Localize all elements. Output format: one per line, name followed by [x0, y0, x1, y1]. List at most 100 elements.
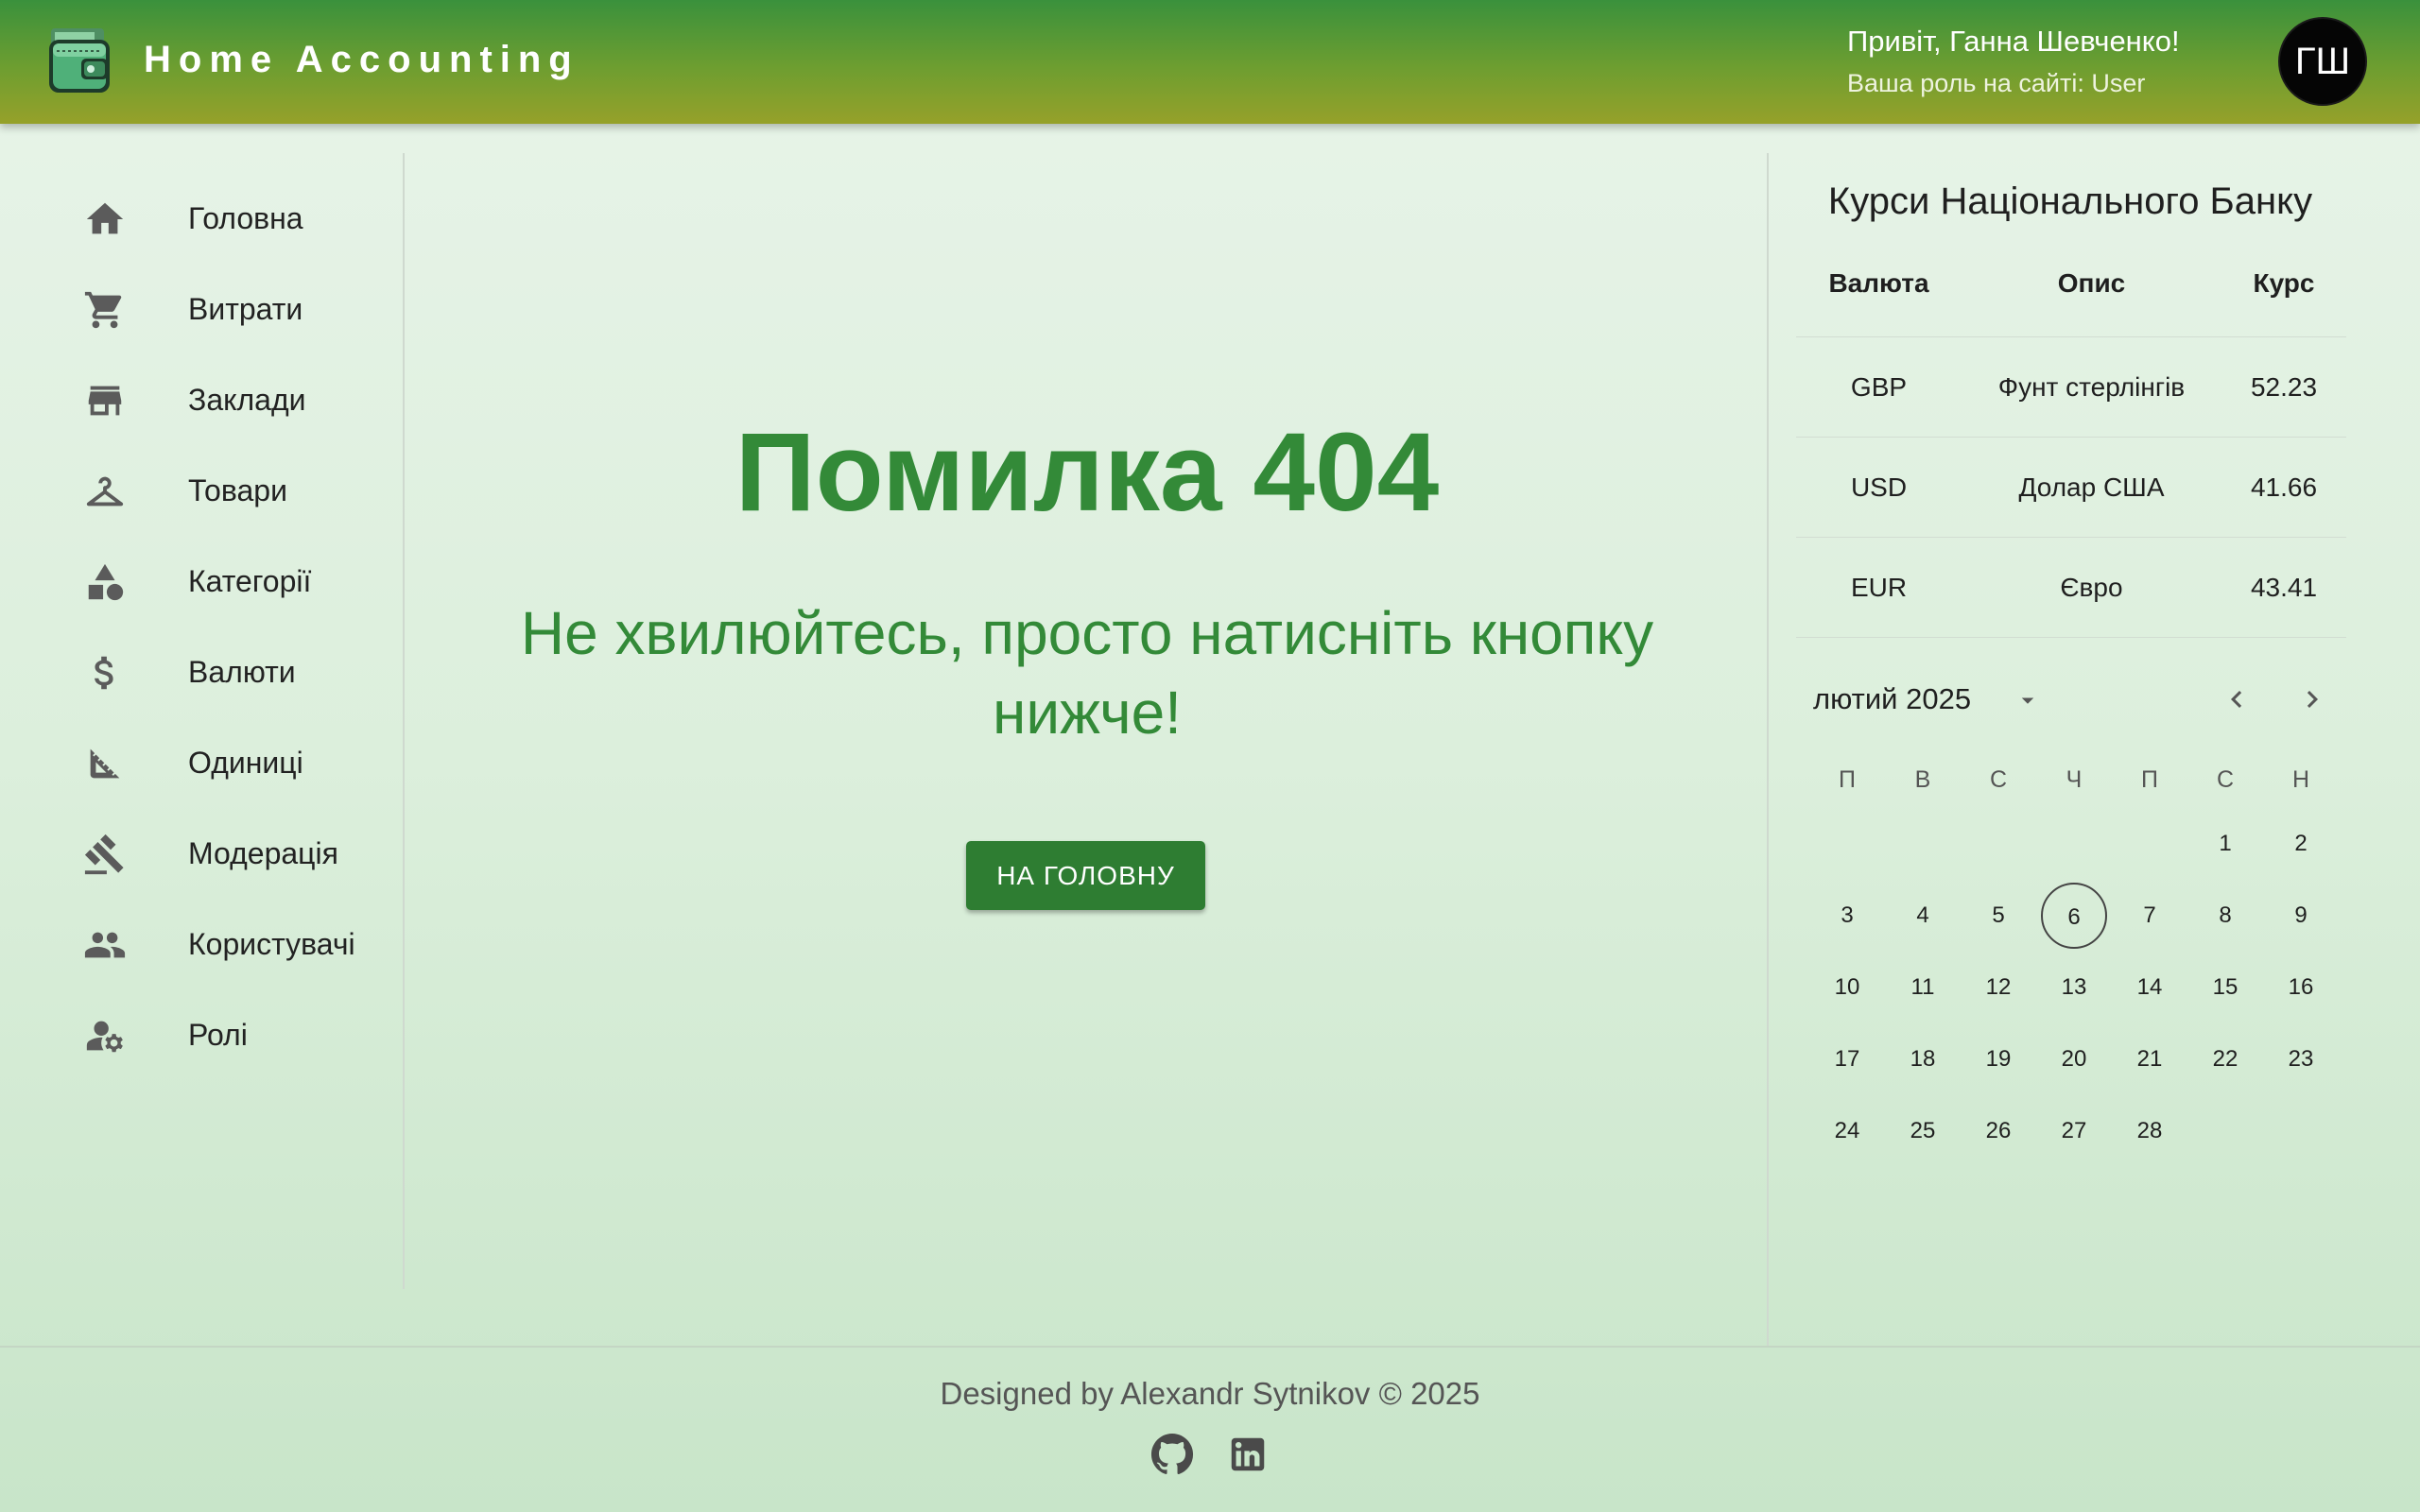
avatar[interactable]: ГШ: [2278, 17, 2367, 106]
shapes-icon: [83, 560, 127, 604]
sidebar-item-label: Валюти: [188, 655, 296, 689]
rate-code: EUR: [1850, 573, 1908, 602]
table-divider: [1796, 637, 2346, 638]
calendar-day[interactable]: 27: [2041, 1098, 2107, 1164]
calendar-day[interactable]: 17: [1814, 1026, 1880, 1092]
table-divider: [1796, 336, 2346, 337]
calendar-day[interactable]: 11: [1890, 954, 1956, 1021]
chevron-down-icon[interactable]: [2014, 686, 2042, 714]
calendar-day[interactable]: 2: [2268, 811, 2334, 877]
calendar-month-label[interactable]: лютий 2025: [1813, 680, 1971, 718]
calendar-day-today[interactable]: 6: [2041, 883, 2107, 949]
calendar-day[interactable]: 4: [1890, 883, 1956, 949]
hanger-icon: [83, 470, 127, 513]
sidebar-item-label: Одиниці: [188, 746, 303, 780]
sidebar-item-label: Категорії: [188, 564, 312, 598]
go-home-button[interactable]: НА ГОЛОВНУ: [966, 841, 1205, 910]
calendar-day[interactable]: 12: [1965, 954, 2031, 1021]
sidebar-item-label: Головна: [188, 201, 303, 235]
sidebar-item-products[interactable]: Товари: [0, 443, 403, 534]
rates-header-currency[interactable]: Валюта: [1796, 266, 1962, 301]
cart-icon: [83, 288, 127, 332]
sidebar-item-roles[interactable]: Ролі: [0, 988, 403, 1078]
calendar-day[interactable]: 28: [2117, 1098, 2183, 1164]
calendar-day[interactable]: 18: [1890, 1026, 1956, 1092]
dollar-icon: [83, 651, 127, 695]
rates-header-description[interactable]: Опис: [1962, 266, 2221, 301]
sidebar-item-moderation[interactable]: Модерація: [0, 806, 403, 897]
people-icon: [83, 923, 127, 967]
rate-description: Євро: [2060, 573, 2123, 602]
calendar-day[interactable]: 21: [2117, 1026, 2183, 1092]
rate-value: 43.41: [2250, 573, 2318, 602]
sidebar-item-home[interactable]: Головна: [0, 171, 403, 262]
sidebar-item-label: Витрати: [188, 292, 303, 326]
error-title: Помилка 404: [735, 410, 1440, 535]
sidebar-item-label: Заклади: [188, 383, 306, 417]
sidebar-item-users[interactable]: Користувачі: [0, 897, 403, 988]
weekday-label: В: [1914, 766, 1931, 793]
store-icon: [83, 379, 127, 422]
rate-code: GBP: [1850, 372, 1908, 402]
ruler-icon: [83, 742, 127, 785]
weekday-label: Ч: [2066, 766, 2083, 793]
user-greeting: Привіт, Ганна Шевченко!: [1847, 25, 2180, 58]
sidebar-item-units[interactable]: Одиниці: [0, 715, 403, 806]
calendar-day[interactable]: 19: [1965, 1026, 2031, 1092]
sidebar-divider: [403, 153, 405, 1289]
rate-description: Долар США: [2018, 472, 2165, 502]
weekday-label: С: [1989, 766, 2008, 793]
weekday-label: Н: [2291, 766, 2310, 793]
footer-divider: [0, 1346, 2420, 1348]
rate-value: 52.23: [2250, 372, 2318, 402]
wallet-icon[interactable]: [47, 26, 112, 94]
weekday-label: С: [2216, 766, 2235, 793]
rate-value: 41.66: [2250, 472, 2318, 502]
sidebar-nav: Головна Витрати Заклади Товари Категорії…: [0, 124, 403, 1289]
calendar-day[interactable]: 24: [1814, 1098, 1880, 1164]
sidebar-item-stores[interactable]: Заклади: [0, 352, 403, 443]
calendar-day[interactable]: 26: [1965, 1098, 2031, 1164]
sidebar-item-currencies[interactable]: Валюти: [0, 625, 403, 715]
chevron-left-icon[interactable]: [2220, 682, 2254, 716]
calendar-day[interactable]: 22: [2192, 1026, 2258, 1092]
user-role: Ваша роль на сайті: User: [1847, 69, 2146, 97]
sidebar-item-label: Модерація: [188, 836, 338, 870]
rates-header-rate[interactable]: Курс: [2221, 266, 2346, 301]
calendar-day[interactable]: 3: [1814, 883, 1880, 949]
sidebar-item-categories[interactable]: Категорії: [0, 534, 403, 625]
rate-code: USD: [1850, 472, 1908, 502]
calendar-day[interactable]: 1: [2192, 811, 2258, 877]
user-gear-icon: [83, 1014, 127, 1057]
calendar-day[interactable]: 20: [2041, 1026, 2107, 1092]
calendar-day[interactable]: 9: [2268, 883, 2334, 949]
footer-credit: Designed by Alexandr Sytnikov © 2025: [940, 1376, 1480, 1411]
sidebar-item-label: Користувачі: [188, 927, 355, 961]
calendar-day[interactable]: 25: [1890, 1098, 1956, 1164]
error-subtitle: Не хвилюйтесь, просто натисніть кнопку н…: [520, 599, 1654, 747]
calendar-day[interactable]: 10: [1814, 954, 1880, 1021]
table-divider: [1796, 537, 2346, 538]
home-icon: [83, 198, 127, 241]
chevron-right-icon[interactable]: [2295, 682, 2329, 716]
calendar-day[interactable]: 15: [2192, 954, 2258, 1021]
app-title[interactable]: Home Accounting: [144, 36, 579, 83]
calendar-day[interactable]: 14: [2117, 954, 2183, 1021]
calendar-day[interactable]: 5: [1965, 883, 2031, 949]
sidebar-item-expenses[interactable]: Витрати: [0, 262, 403, 352]
linkedin-icon[interactable]: [1226, 1433, 1270, 1476]
weekday-label: П: [2141, 766, 2158, 793]
calendar-day[interactable]: 8: [2192, 883, 2258, 949]
calendar-day[interactable]: 23: [2268, 1026, 2334, 1092]
github-icon[interactable]: [1150, 1433, 1194, 1476]
rate-description: Фунт стерлінгів: [1997, 372, 2186, 402]
panel-divider: [1767, 153, 1769, 1346]
calendar-day[interactable]: 16: [2268, 954, 2334, 1021]
sidebar-item-label: Товари: [188, 473, 287, 507]
gavel-icon: [83, 833, 127, 876]
calendar-day[interactable]: 13: [2041, 954, 2107, 1021]
rates-title: Курси Національного Банку: [1827, 180, 2313, 222]
table-divider: [1796, 437, 2346, 438]
sidebar-item-label: Ролі: [188, 1018, 248, 1052]
calendar-day[interactable]: 7: [2117, 883, 2183, 949]
